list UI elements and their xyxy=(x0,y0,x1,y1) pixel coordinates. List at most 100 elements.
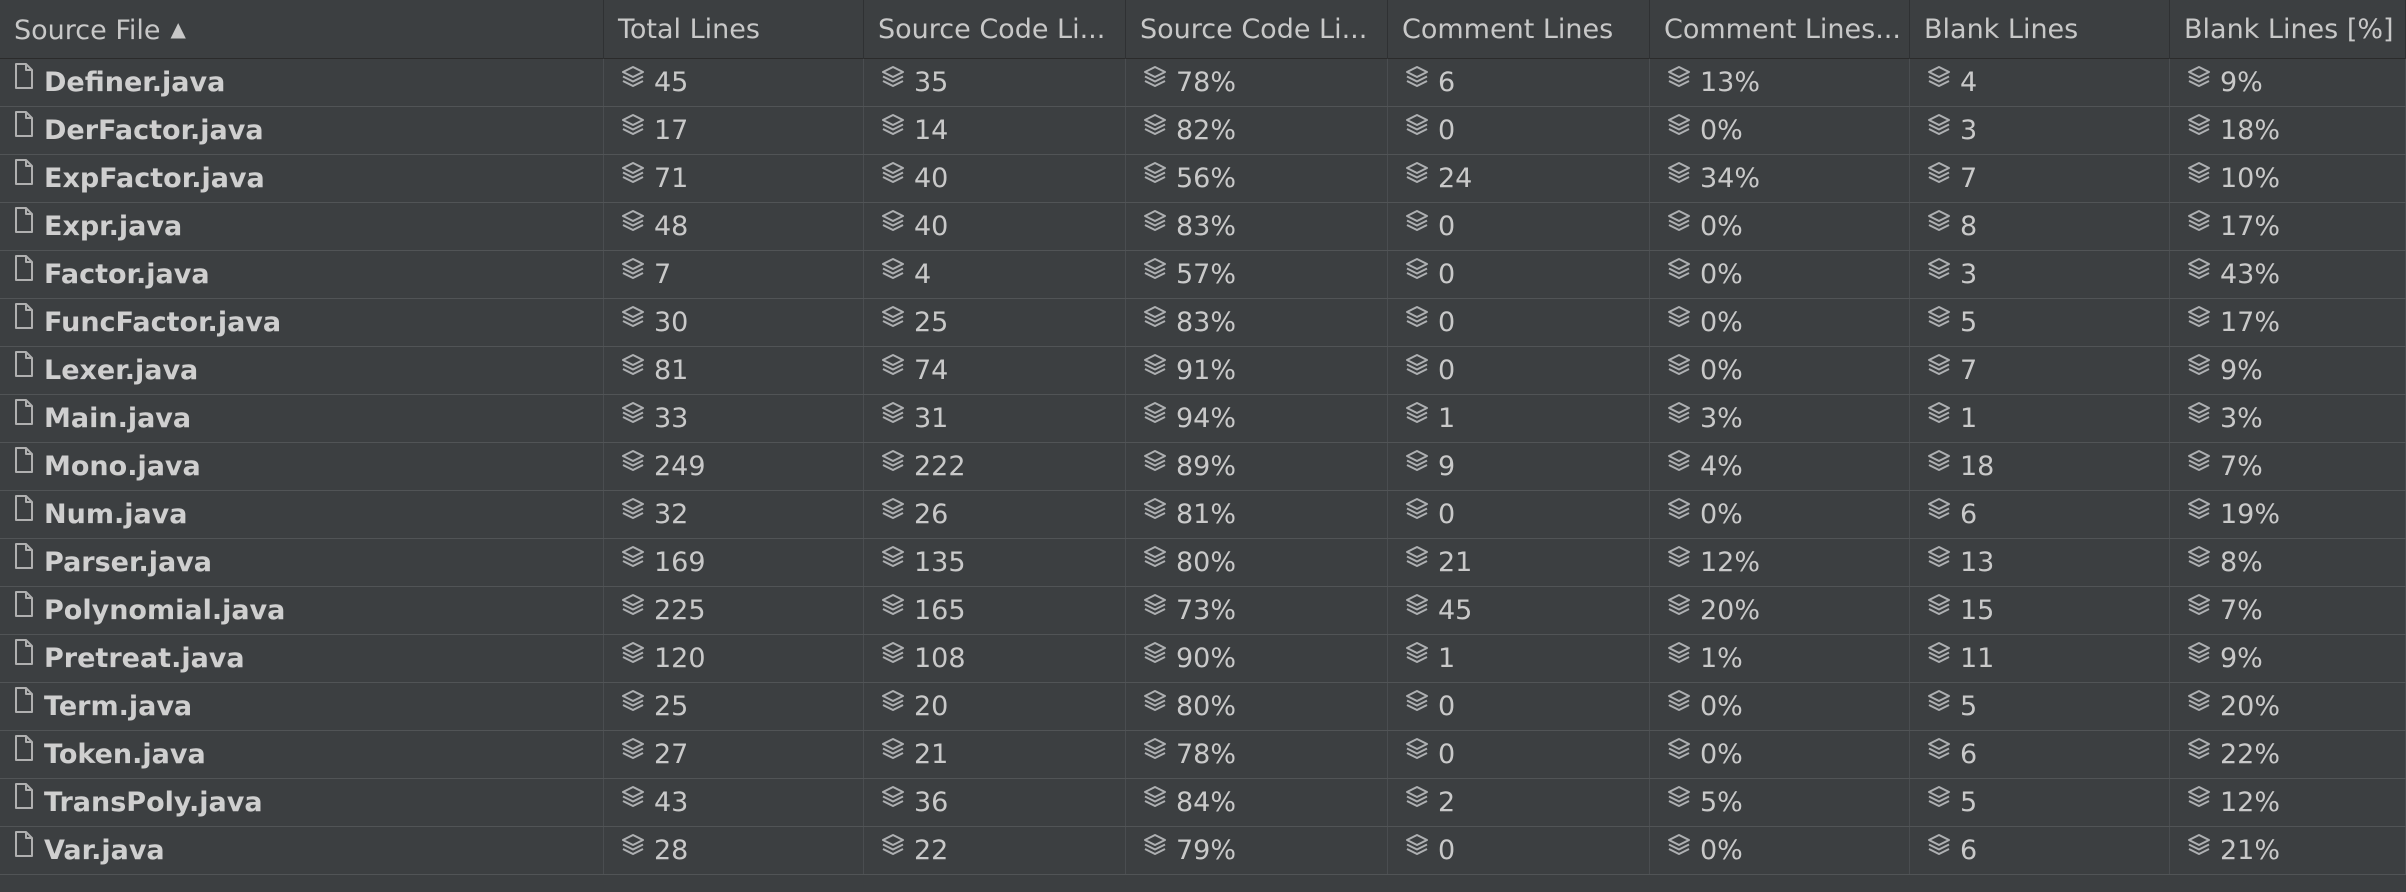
table-row[interactable]: Lexer.java 81 74 91% 0 0% 7 9% xyxy=(0,347,2406,395)
sort-ascending-arrow-icon[interactable]: ▲ xyxy=(171,17,186,41)
file-name: Polynomial.java xyxy=(44,595,286,626)
metric-cell: 225 xyxy=(604,587,864,634)
table-row[interactable]: DerFactor.java 17 14 82% 0 0% 3 18% xyxy=(0,107,2406,155)
layers-icon xyxy=(1926,154,1952,201)
column-header-5[interactable]: Comment Lines... xyxy=(1650,0,1910,59)
metric-value: 11 xyxy=(1960,643,1995,674)
table-row[interactable]: Mono.java 249 222 89% 9 4% 18 7% xyxy=(0,443,2406,491)
metric-value: 2 xyxy=(1438,787,1456,818)
source-file-cell: Pretreat.java xyxy=(0,635,604,682)
metric-cell: 17% xyxy=(2170,299,2406,346)
source-file-cell: TransPoly.java xyxy=(0,779,604,826)
layers-icon xyxy=(2186,154,2212,201)
metric-value: 6 xyxy=(1960,499,1978,530)
metric-cell: 5 xyxy=(1910,779,2170,826)
metric-cell: 11 xyxy=(1910,635,2170,682)
metric-cell: 9 xyxy=(1388,443,1650,490)
column-header-1[interactable]: Total Lines xyxy=(604,0,864,59)
metric-cell: 15 xyxy=(1910,587,2170,634)
column-header-2[interactable]: Source Code Li... xyxy=(864,0,1126,59)
metric-value: 135 xyxy=(914,547,966,578)
layers-icon xyxy=(1666,682,1692,729)
layers-icon xyxy=(1926,490,1952,537)
metric-value: 19% xyxy=(2220,499,2281,530)
layers-icon xyxy=(620,298,646,345)
table-row[interactable]: Term.java 25 20 80% 0 0% 5 20% xyxy=(0,683,2406,731)
metric-value: 89% xyxy=(1176,451,1237,482)
metric-cell: 25 xyxy=(864,299,1126,346)
table-row[interactable]: Expr.java 48 40 83% 0 0% 8 17% xyxy=(0,203,2406,251)
layers-icon xyxy=(1926,826,1952,873)
metric-value: 5 xyxy=(1960,307,1978,338)
metric-value: 27 xyxy=(654,739,689,770)
table-row[interactable]: Token.java 27 21 78% 0 0% 6 22% xyxy=(0,731,2406,779)
layers-icon xyxy=(2186,202,2212,249)
layers-icon xyxy=(1926,682,1952,729)
table-row[interactable]: TransPoly.java 43 36 84% 2 5% 5 12% xyxy=(0,779,2406,827)
metric-value: 40 xyxy=(914,211,949,242)
metric-cell: 84% xyxy=(1126,779,1388,826)
layers-icon xyxy=(1926,58,1952,105)
metric-value: 0% xyxy=(1700,739,1743,770)
metric-value: 6 xyxy=(1960,835,1978,866)
layers-icon xyxy=(620,586,646,633)
metric-value: 20 xyxy=(914,691,949,722)
table-row[interactable]: Definer.java 45 35 78% 6 13% 4 9% xyxy=(0,59,2406,107)
table-row[interactable]: Var.java 28 22 79% 0 0% 6 21% xyxy=(0,827,2406,875)
layers-icon xyxy=(1142,106,1168,153)
layers-icon xyxy=(620,442,646,489)
metric-cell: 0 xyxy=(1388,347,1650,394)
column-header-0[interactable]: Source File ▲ xyxy=(0,0,604,59)
metric-cell: 82% xyxy=(1126,107,1388,154)
metric-cell: 24 xyxy=(1388,155,1650,202)
layers-icon xyxy=(1666,298,1692,345)
layers-icon xyxy=(1142,634,1168,681)
layers-icon xyxy=(1666,538,1692,585)
metric-cell: 0 xyxy=(1388,299,1650,346)
metric-cell: 249 xyxy=(604,443,864,490)
file-icon xyxy=(12,730,36,777)
metric-value: 4 xyxy=(1960,67,1978,98)
layers-icon xyxy=(880,682,906,729)
table-row[interactable]: Factor.java 7 4 57% 0 0% 3 43% xyxy=(0,251,2406,299)
file-icon xyxy=(12,106,36,153)
source-file-cell: Expr.java xyxy=(0,203,604,250)
metric-cell: 83% xyxy=(1126,203,1388,250)
metric-cell: 43% xyxy=(2170,251,2406,298)
column-header-6[interactable]: Blank Lines xyxy=(1910,0,2170,59)
metric-cell: 0% xyxy=(1650,107,1910,154)
column-header-4[interactable]: Comment Lines xyxy=(1388,0,1650,59)
table-row[interactable]: Parser.java 169 135 80% 21 12% 13 8% xyxy=(0,539,2406,587)
metric-value: 14 xyxy=(914,115,949,146)
source-file-cell: Main.java xyxy=(0,395,604,442)
metric-value: 0% xyxy=(1700,499,1743,530)
metric-value: 18 xyxy=(1960,451,1995,482)
table-row[interactable]: Polynomial.java 225 165 73% 45 20% 15 7% xyxy=(0,587,2406,635)
table-row[interactable]: FuncFactor.java 30 25 83% 0 0% 5 17% xyxy=(0,299,2406,347)
metric-cell: 45 xyxy=(1388,587,1650,634)
layers-icon xyxy=(620,346,646,393)
layers-icon xyxy=(1142,730,1168,777)
metric-cell: 4 xyxy=(1910,59,2170,106)
metric-cell: 79% xyxy=(1126,827,1388,874)
table-row[interactable]: Main.java 33 31 94% 1 3% 1 3% xyxy=(0,395,2406,443)
column-header-7[interactable]: Blank Lines [%] xyxy=(2170,0,2406,59)
table-row[interactable]: Pretreat.java 120 108 90% 1 1% 11 9% xyxy=(0,635,2406,683)
metric-cell: 0% xyxy=(1650,731,1910,778)
layers-icon xyxy=(880,58,906,105)
layers-icon xyxy=(1404,394,1430,441)
metric-cell: 33 xyxy=(604,395,864,442)
metric-cell: 80% xyxy=(1126,539,1388,586)
layers-icon xyxy=(1404,442,1430,489)
metric-cell: 21 xyxy=(864,731,1126,778)
metric-value: 7 xyxy=(1960,163,1978,194)
metric-cell: 17 xyxy=(604,107,864,154)
metric-cell: 9% xyxy=(2170,635,2406,682)
table-row[interactable]: ExpFactor.java 71 40 56% 24 34% 7 10% xyxy=(0,155,2406,203)
layers-icon xyxy=(1404,826,1430,873)
metric-value: 0 xyxy=(1438,499,1456,530)
file-icon xyxy=(12,346,36,393)
table-row[interactable]: Num.java 32 26 81% 0 0% 6 19% xyxy=(0,491,2406,539)
column-header-3[interactable]: Source Code Li... xyxy=(1126,0,1388,59)
metric-value: 30 xyxy=(654,307,689,338)
